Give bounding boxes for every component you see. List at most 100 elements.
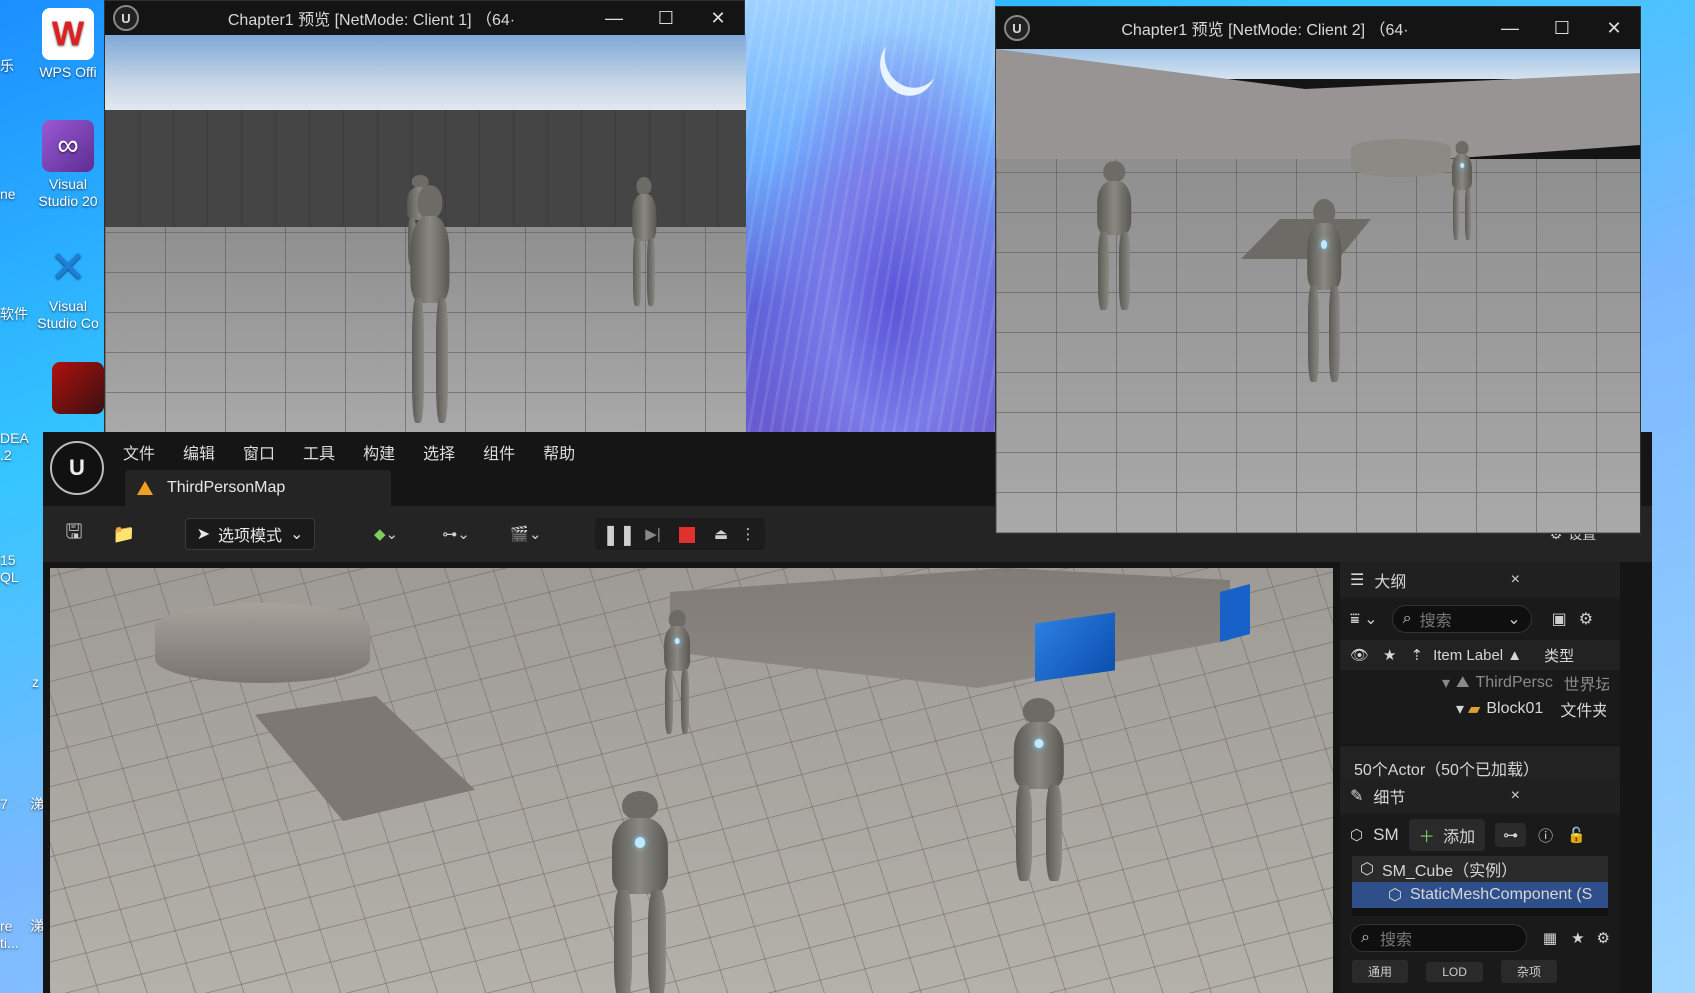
- cinematics-button[interactable]: 🎬 ⌄: [503, 518, 549, 550]
- visual-studio-icon: ∞: [42, 120, 94, 172]
- add-component-label: 添加: [1443, 829, 1476, 846]
- lock-icon[interactable]: 🔓: [1567, 826, 1586, 844]
- client1-titlebar[interactable]: U Chapter1 预览 [NetMode: Client 1] （64· —…: [105, 1, 744, 35]
- chevron-down-icon: ⌄: [529, 526, 542, 543]
- mode-select-dropdown[interactable]: ➤ 选项模式 ⌄: [185, 518, 315, 550]
- map-tab[interactable]: ThirdPersonMap: [125, 470, 391, 506]
- menu-actor[interactable]: 组件: [483, 440, 515, 464]
- sky: [105, 35, 746, 115]
- star-icon[interactable]: ★: [1571, 929, 1584, 947]
- type-column-header[interactable]: 类型: [1544, 645, 1574, 666]
- content-browser-icon[interactable]: 📁: [109, 518, 139, 550]
- expand-arrow-icon: ▾: [1442, 675, 1451, 692]
- cube-icon: ⬡: [1360, 861, 1374, 878]
- blue-cube: [1035, 612, 1115, 682]
- folder-icon: ▰: [1468, 701, 1481, 718]
- details-search-placeholder: 搜索: [1379, 932, 1412, 949]
- edge-label: 涕: [30, 796, 44, 812]
- chevron-down-icon: ⌄: [457, 526, 470, 543]
- menu-build[interactable]: 构建: [363, 440, 395, 464]
- wallpaper-art: [745, 0, 995, 432]
- edge-label: 15 QL: [0, 552, 19, 585]
- vscode-shortcut[interactable]: ✕ Visual Studio Co: [28, 242, 108, 332]
- add-actor-button[interactable]: ◆ ⌄: [363, 518, 409, 550]
- menu-window[interactable]: 窗口: [243, 440, 275, 464]
- chevron-down-icon: ⌄: [385, 526, 399, 543]
- client1-title: Chapter1 预览 [NetMode: Client 1] （64·: [227, 12, 516, 29]
- outliner-row-type: 世界坛: [1563, 677, 1610, 694]
- menu-edit[interactable]: 编辑: [183, 440, 215, 464]
- save-icon[interactable]: 🖫: [59, 518, 89, 550]
- chevron-down-icon: ⌄: [1507, 611, 1521, 628]
- maximize-button[interactable]: ☐: [1536, 18, 1588, 39]
- close-button[interactable]: ✕: [692, 8, 744, 29]
- tab-general[interactable]: 通用: [1352, 960, 1409, 983]
- details-panel: ✎ 细节 × ⬡ SM ＋ 添加 ⊶ ⓘ 🔓 ⬡ SM_Cube（实例） ⬡ S…: [1340, 778, 1620, 993]
- blueprint-button[interactable]: ⊶ ⌄: [433, 518, 479, 550]
- client2-viewport[interactable]: [996, 49, 1640, 533]
- outliner-header: ☰ 大纲 ×: [1340, 562, 1620, 598]
- wps-office-shortcut[interactable]: W WPS Offi: [28, 8, 108, 81]
- level-viewport[interactable]: [50, 568, 1333, 993]
- edge-label: re ti...: [0, 918, 19, 951]
- tab-lod[interactable]: LOD: [1426, 962, 1483, 982]
- outliner-row[interactable]: ▾ ▰ Block01 文件夹: [1340, 696, 1620, 722]
- chevron-down-icon: ⌄: [290, 526, 304, 543]
- maximize-button[interactable]: ☐: [640, 8, 692, 29]
- filter-icon[interactable]: ⩸ ⌄: [1350, 609, 1378, 629]
- details-close-button[interactable]: ×: [1511, 787, 1520, 805]
- edge-label: 乐: [0, 58, 14, 74]
- add-cube-icon: ◆: [373, 526, 386, 543]
- pin-icon[interactable]: ⇡: [1411, 646, 1424, 664]
- stop-button[interactable]: [670, 525, 704, 543]
- minimize-button[interactable]: —: [588, 8, 640, 29]
- client2-window[interactable]: U Chapter1 预览 [NetMode: Client 2] （64· —…: [995, 6, 1641, 534]
- more-options-icon[interactable]: ⋮: [738, 525, 758, 543]
- outliner-search-input[interactable]: ⌕ 搜索 ⌄: [1391, 605, 1532, 633]
- gear-icon[interactable]: ⚙: [1579, 609, 1593, 629]
- client2-titlebar[interactable]: U Chapter1 预览 [NetMode: Client 2] （64· —…: [996, 7, 1640, 49]
- item-label-column-header[interactable]: Item Label ▲: [1433, 647, 1522, 664]
- menu-file[interactable]: 文件: [123, 440, 155, 464]
- details-search-input[interactable]: ⌕ 搜索: [1350, 924, 1527, 952]
- cube-icon: ⬡: [1388, 887, 1402, 904]
- edge-label: 软件: [0, 306, 28, 322]
- menu-tools[interactable]: 工具: [303, 440, 335, 464]
- star-icon[interactable]: ★: [1383, 646, 1396, 664]
- minimize-button[interactable]: —: [1484, 18, 1536, 39]
- gear-icon[interactable]: ⚙: [1597, 929, 1610, 947]
- add-component-button[interactable]: ＋ 添加: [1408, 819, 1486, 851]
- expand-arrow-icon: ▾: [1456, 701, 1465, 718]
- visibility-icon[interactable]: 👁: [1350, 646, 1369, 664]
- plus-icon: ＋: [1418, 829, 1435, 846]
- outliner-row[interactable]: ▾ ⛰ ThirdPersc 世界坛: [1340, 670, 1620, 696]
- outliner-panel: ☰ 大纲 × ⩸ ⌄ ⌕ 搜索 ⌄ ▣ ⚙ 👁 ★ ⇡ Item Label ▲…: [1340, 562, 1620, 744]
- client1-window[interactable]: U Chapter1 预览 [NetMode: Client 1] （64· —…: [104, 0, 746, 433]
- edge-label: 7: [0, 796, 8, 812]
- component-label: SM_Cube（实例）: [1381, 863, 1518, 880]
- component-row[interactable]: ⬡ SM_Cube（实例）: [1352, 856, 1608, 882]
- cube-icon: ⬡: [1350, 827, 1364, 844]
- blueprint-icon[interactable]: ⊶: [1495, 823, 1527, 847]
- outliner-close-button[interactable]: ×: [1511, 571, 1520, 589]
- wps-office-label: WPS Offi: [39, 64, 97, 80]
- menu-select[interactable]: 选择: [423, 440, 455, 464]
- game-launcher-icon: [52, 362, 104, 414]
- world-icon: ⛰: [1456, 674, 1470, 691]
- character-mannequin: [1444, 141, 1480, 241]
- close-button[interactable]: ✕: [1588, 18, 1640, 39]
- menu-help[interactable]: 帮助: [543, 440, 575, 464]
- step-button[interactable]: ▶|: [636, 525, 670, 543]
- help-icon[interactable]: ⓘ: [1538, 825, 1553, 846]
- character-mannequin: [654, 610, 700, 735]
- blueprint-icon: ⊶: [442, 526, 458, 543]
- table-view-icon[interactable]: ▦: [1543, 929, 1557, 947]
- tab-misc[interactable]: 杂项: [1501, 960, 1558, 983]
- eject-button[interactable]: ⏏: [704, 525, 738, 543]
- client1-viewport[interactable]: [105, 35, 746, 433]
- visual-studio-shortcut[interactable]: ∞ Visual Studio 20: [28, 120, 108, 210]
- pause-button[interactable]: ❚❚: [602, 522, 636, 547]
- component-row[interactable]: ⬡ StaticMeshComponent (S: [1352, 882, 1608, 908]
- add-folder-icon[interactable]: ▣: [1552, 609, 1567, 629]
- outliner-row-label: Block01: [1486, 700, 1544, 717]
